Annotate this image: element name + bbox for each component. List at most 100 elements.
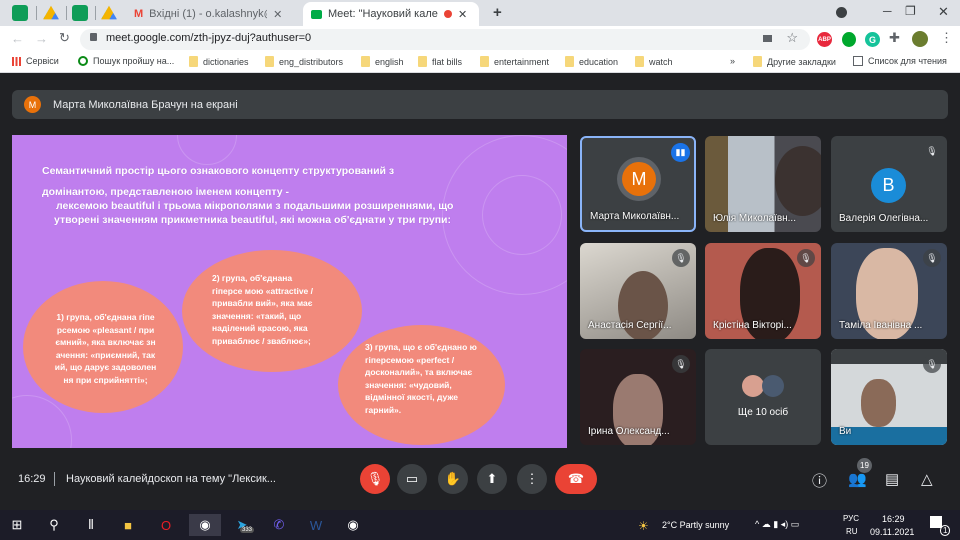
- participant-name: Юлія Миколаївн...: [713, 213, 796, 224]
- group-3-ellipse: 3) група, що є об'єднано ю гіперсемою «p…: [338, 325, 505, 445]
- bookmark-folder[interactable]: eng_distributors: [265, 56, 343, 67]
- close-tab-icon[interactable]: ✕: [458, 8, 467, 21]
- tab-meet[interactable]: Meet: "Науковий калейдоскоп" ✕: [303, 2, 479, 26]
- adblock-icon[interactable]: ABP: [817, 32, 832, 47]
- close-tab-icon[interactable]: ✕: [273, 8, 282, 21]
- leave-call-button[interactable]: ☎: [555, 464, 597, 494]
- folder-icon: [361, 56, 370, 67]
- recording-icon: [444, 10, 452, 18]
- participant-name: Ви: [839, 426, 852, 437]
- folder-icon: [480, 56, 489, 67]
- participant-name: Валерія Олегівна...: [839, 213, 929, 224]
- bookmark-folder[interactable]: dictionaries: [189, 56, 249, 67]
- search-icon[interactable]: ⚲: [43, 514, 65, 536]
- weather-text[interactable]: 2°C Partly sunny: [662, 520, 729, 530]
- camera-icon[interactable]: [763, 35, 772, 42]
- bookmark-folder[interactable]: watch: [635, 56, 673, 67]
- mic-off-icon: 🎙: [923, 142, 941, 160]
- self-tile[interactable]: 🎙 Ви: [831, 349, 947, 445]
- chrome-icon[interactable]: ◉: [189, 514, 221, 536]
- clock-time[interactable]: 16:29: [882, 514, 905, 524]
- file-explorer-icon[interactable]: ■: [117, 514, 139, 536]
- toolbar: ← → ↻ meet.google.com/zth-jpyz-duj?authu…: [0, 26, 960, 52]
- word-icon[interactable]: W: [305, 514, 327, 536]
- raise-hand-button[interactable]: ✋: [438, 464, 468, 494]
- slide-heading-2: домінантою, представленою іменем концепт…: [42, 186, 290, 198]
- opera-icon[interactable]: O: [155, 514, 177, 536]
- profile-avatar[interactable]: [912, 31, 928, 47]
- bookmarks-overflow[interactable]: »: [730, 56, 735, 66]
- bookmark-folder[interactable]: education: [565, 56, 618, 67]
- slide-heading-4: утворені значенням прикметника beautiful…: [54, 214, 451, 226]
- apps-grid-icon: [12, 56, 21, 66]
- participant-tile[interactable]: 🎙 Ірина Олександ...: [580, 349, 696, 445]
- start-button[interactable]: ⊞: [6, 514, 28, 536]
- bookmark-folder[interactable]: entertainment: [480, 56, 549, 67]
- participant-tile[interactable]: M ▮▮ Марта Миколаївн...: [580, 136, 696, 232]
- participant-tile[interactable]: B 🎙 Валерія Олегівна...: [831, 136, 947, 232]
- chat-icon[interactable]: ▤: [885, 470, 899, 488]
- participant-tile[interactable]: 🎙 Таміла Іванівна ...: [831, 243, 947, 339]
- other-bookmarks[interactable]: Другие закладки: [753, 56, 836, 67]
- camera-toggle-button[interactable]: ▭: [397, 464, 427, 494]
- task-view-icon[interactable]: ⫴: [80, 514, 102, 536]
- mic-off-icon: 🎙: [797, 249, 815, 267]
- close-window-button[interactable]: ✕: [938, 4, 949, 20]
- avatar: [742, 375, 764, 397]
- folder-icon: [753, 56, 762, 67]
- meeting-controls: 16:29 Науковий калейдоскоп на тему "Лекс…: [0, 458, 960, 500]
- drive-pinned-tab-2[interactable]: [101, 5, 117, 20]
- bookmark-folder[interactable]: flat bills: [418, 56, 462, 67]
- extensions-icon[interactable]: ✚: [889, 30, 900, 46]
- sheets-pinned-tab-2[interactable]: [72, 5, 88, 21]
- reading-list[interactable]: Список для чтения: [853, 56, 947, 66]
- reload-icon[interactable]: ↻: [59, 30, 70, 46]
- back-icon[interactable]: ←: [11, 31, 24, 46]
- sheets-pinned-tab[interactable]: [12, 5, 28, 21]
- participant-tile[interactable]: 🎙 Анастасія Сергії...: [580, 243, 696, 339]
- minimize-button[interactable]: ─: [883, 4, 892, 18]
- avatar-ring: M: [617, 157, 661, 201]
- url-text: meet.google.com/zth-jpyz-duj?authuser=0: [106, 32, 312, 44]
- new-tab-button[interactable]: +: [493, 4, 502, 21]
- tray-icons[interactable]: ^ ☁ ▮ ◂) ▭: [755, 519, 799, 530]
- notifications-badge: 1: [940, 525, 951, 536]
- drive-pinned-tab[interactable]: [43, 5, 59, 20]
- chrome-icon-2[interactable]: ◉: [342, 514, 364, 536]
- folder-icon: [565, 56, 574, 67]
- restore-button[interactable]: ❐: [905, 4, 916, 18]
- more-participants-tile[interactable]: Ще 10 осіб: [705, 349, 821, 445]
- more-options-button[interactable]: ⋮: [517, 464, 547, 494]
- activities-icon[interactable]: △: [921, 470, 933, 488]
- participant-tile[interactable]: 🎙 Крістіна Вікторі...: [705, 243, 821, 339]
- bookmark-item[interactable]: Пошук пройшу на...: [78, 56, 174, 66]
- forward-icon[interactable]: →: [35, 31, 48, 46]
- group-2-text: 2) група, об'єднана гіперсе мою «attract…: [212, 273, 314, 346]
- avatar: M: [622, 162, 656, 196]
- tab-gmail[interactable]: M Вхідні (1) - o.kalashnyk@kubg.edu.ua ✕: [126, 2, 302, 26]
- meet-icon: [311, 9, 322, 19]
- grammarly-icon[interactable]: G: [865, 32, 880, 47]
- windows-taskbar: ⊞ ⚲ ⫴ ■ O ◉ ➤ 333 ✆ W ◉ ☀ 2°C Partly sun…: [0, 510, 960, 540]
- meeting-info-icon[interactable]: ⓘ: [812, 470, 827, 491]
- presenting-banner: M Марта Миколаївна Брачун на екрані: [12, 90, 948, 119]
- bookmark-folder[interactable]: english: [361, 56, 404, 67]
- participant-name: Анастасія Сергії...: [588, 320, 672, 331]
- mic-toggle-button[interactable]: 🎙: [360, 464, 390, 494]
- evernote-icon[interactable]: [842, 32, 856, 47]
- people-count-badge: 19: [857, 458, 872, 473]
- menu-icon[interactable]: ⋮: [940, 30, 953, 46]
- video-feed: [861, 379, 896, 427]
- bookmark-star-icon[interactable]: ☆: [786, 30, 798, 46]
- language-indicator[interactable]: РУС: [843, 514, 859, 523]
- bookmark-apps[interactable]: Сервіси: [12, 56, 59, 66]
- participant-name: Таміла Іванівна ...: [839, 320, 923, 331]
- viber-icon[interactable]: ✆: [268, 514, 290, 536]
- more-participants-label: Ще 10 осіб: [737, 407, 789, 418]
- address-bar[interactable]: meet.google.com/zth-jpyz-duj?authuser=0 …: [80, 29, 810, 50]
- language-indicator-2: RU: [846, 527, 858, 536]
- present-button[interactable]: ⬆: [477, 464, 507, 494]
- participant-tile[interactable]: Юлія Миколаївн...: [705, 136, 821, 232]
- mic-off-icon: 🎙: [923, 355, 941, 373]
- tab-search-icon[interactable]: [836, 7, 847, 18]
